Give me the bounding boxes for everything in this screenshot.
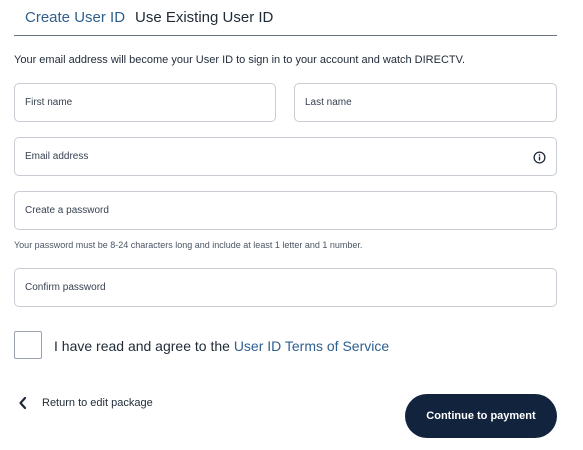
return-label: Return to edit package [42,397,153,409]
email-field [14,137,557,176]
password-hint: Your password must be 8-24 characters lo… [14,240,363,250]
chevron-left-icon [19,396,27,410]
password-field [14,191,557,230]
first-name-field [14,83,276,122]
terms-agreement-text: I have read and agree to the [54,338,230,354]
terms-agreement: I have read and agree to the User ID Ter… [54,338,389,354]
return-to-edit-package-link[interactable]: Return to edit package [18,396,153,410]
email-input[interactable] [15,138,556,175]
first-name-input[interactable] [15,84,275,121]
terms-checkbox[interactable] [14,331,42,359]
password-input[interactable] [15,192,556,229]
intro-text: Your email address will become your User… [14,54,466,66]
tab-use-existing-user-id[interactable]: Use Existing User ID [135,9,273,26]
last-name-field [294,83,557,122]
continue-to-payment-button[interactable]: Continue to payment [405,394,557,438]
info-icon[interactable] [533,151,546,164]
last-name-input[interactable] [295,84,556,121]
tab-create-user-id[interactable]: Create User ID [25,9,125,26]
confirm-password-field [14,268,557,307]
terms-of-service-link[interactable]: User ID Terms of Service [234,338,389,354]
confirm-password-input[interactable] [15,269,556,306]
tab-bar: Create User ID Use Existing User ID [14,0,557,36]
